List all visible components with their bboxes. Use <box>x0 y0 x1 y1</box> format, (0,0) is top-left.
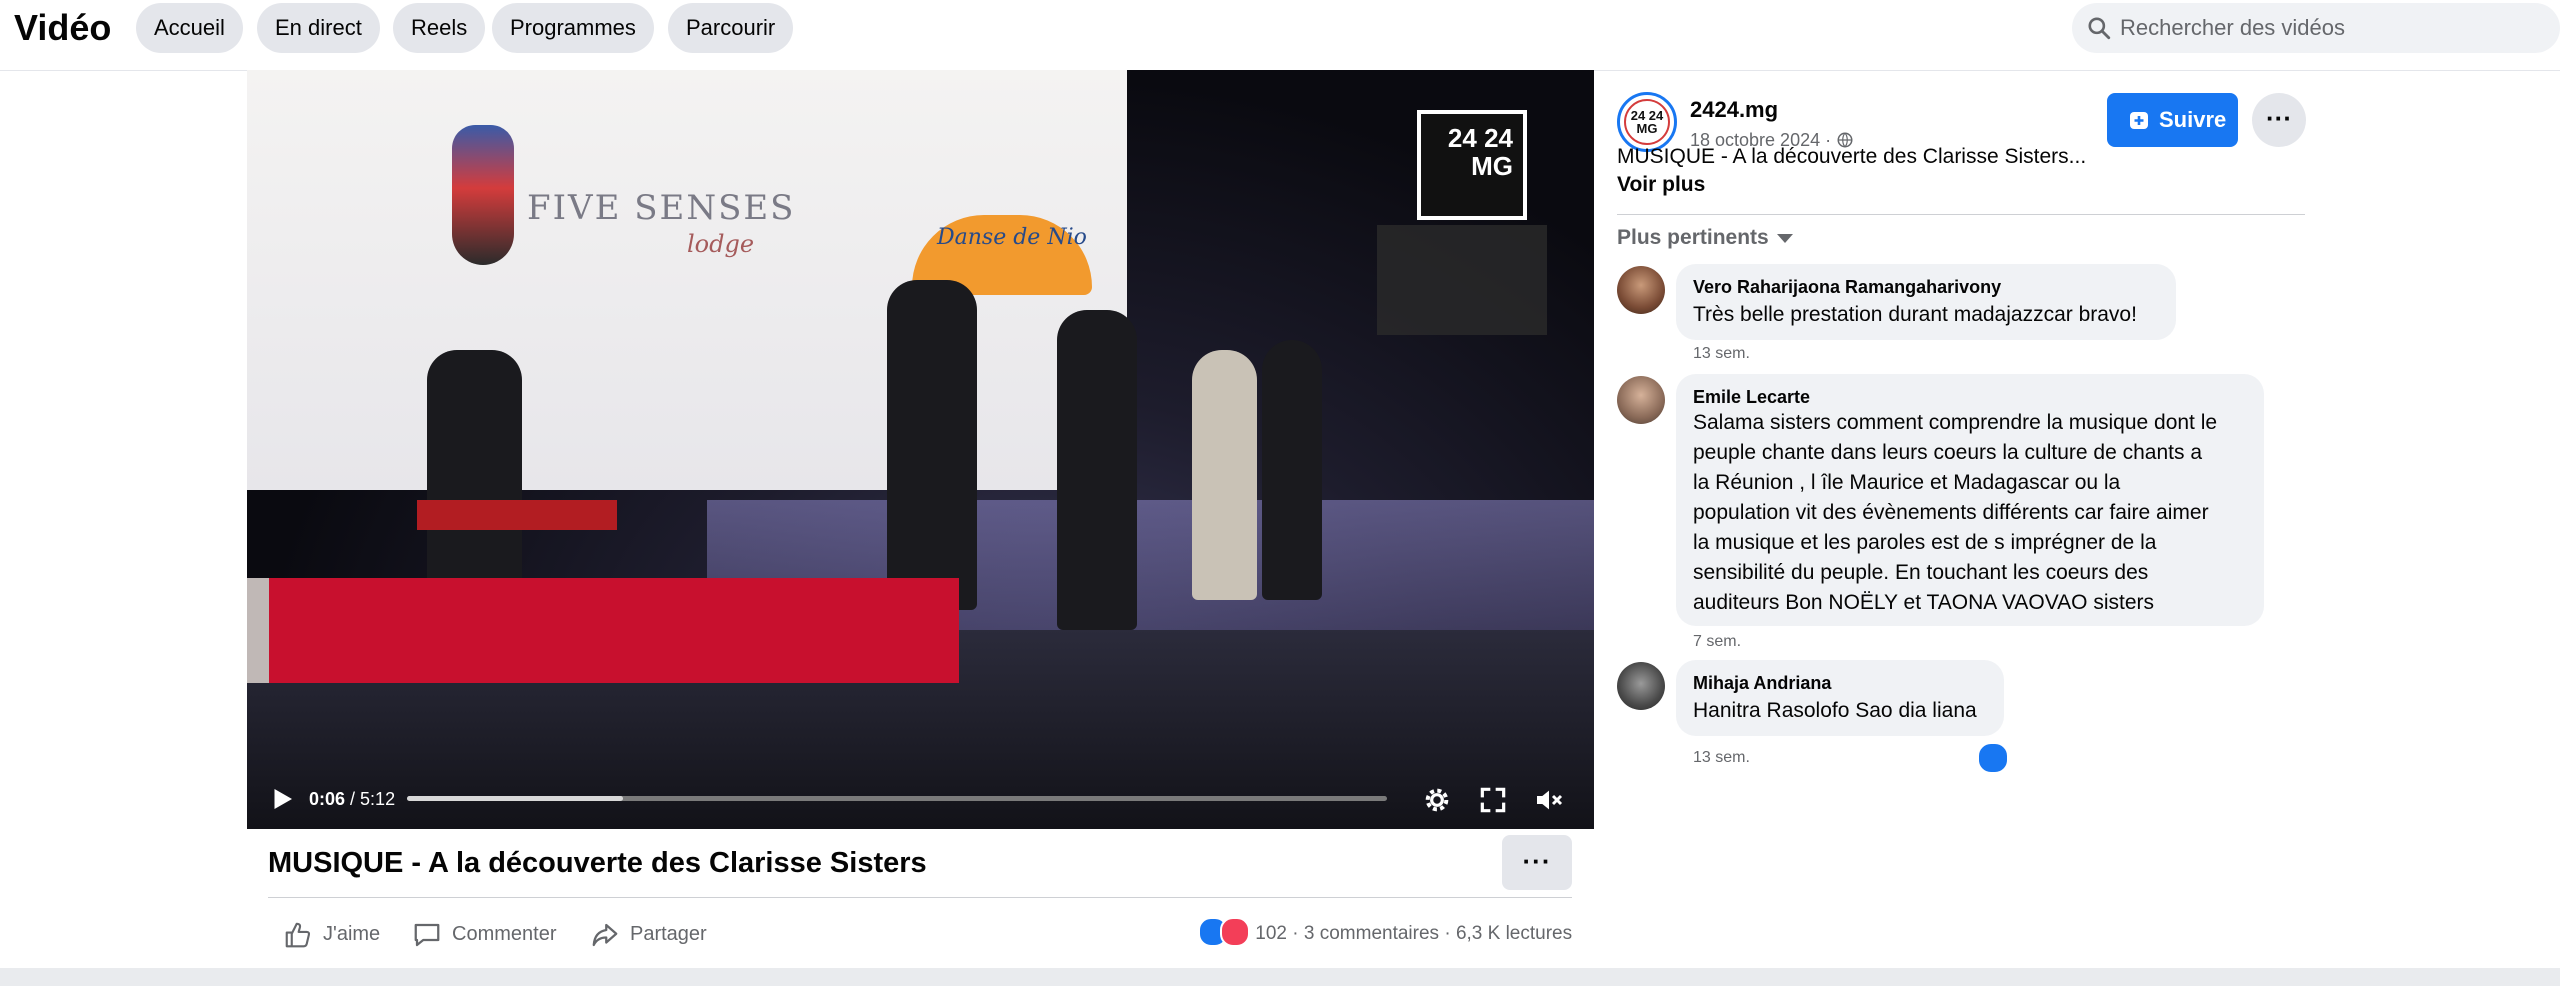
nav-en-direct[interactable]: En direct <box>257 3 380 53</box>
gear-icon[interactable] <box>1421 784 1453 816</box>
comment-author[interactable]: Mihaja Andriana <box>1693 671 1831 695</box>
avatar[interactable] <box>1617 662 1665 710</box>
page-more-button[interactable]: ··· <box>2252 93 2306 147</box>
nav-reels[interactable]: Reels <box>393 3 486 53</box>
comment-text-line: Salama sisters comment comprendre la mus… <box>1693 411 2218 434</box>
comment-text: Salama sisters comment comprendre la mus… <box>1693 408 2217 618</box>
search-placeholder: Rechercher des vidéos <box>2120 15 2346 40</box>
stage-screen-script: Danse de Nio <box>937 225 1087 250</box>
muted-speaker-icon[interactable] <box>1533 784 1565 816</box>
piano <box>417 500 617 530</box>
singer-figure <box>887 280 977 610</box>
comments-count[interactable]: 3 commentaires <box>1304 923 1439 944</box>
video-title: MUSIQUE - A la découverte des Clarisse S… <box>268 847 927 879</box>
comment-time[interactable]: 7 sem. <box>1693 632 1741 652</box>
page-name[interactable]: 2424.mg <box>1690 96 1778 124</box>
comment-text: Hanitra Rasolofo Sao dia liana <box>1693 699 1977 722</box>
pianist-figure <box>427 350 522 590</box>
post-description: MUSIQUE - A la découverte des Clarisse S… <box>1617 145 2087 168</box>
comment-text-line: population vit des évènements différents… <box>1693 501 2209 524</box>
like-button[interactable]: J'aime <box>283 914 393 954</box>
see-more-link[interactable]: Voir plus <box>1617 171 1705 199</box>
lower-third-banner <box>269 578 959 683</box>
stats-separator: · <box>1292 923 1299 944</box>
page-bottom-strip <box>0 968 2560 986</box>
comment-time[interactable]: 13 sem. <box>1693 748 1750 768</box>
search-icon <box>2088 17 2111 40</box>
share-label: Partager <box>630 923 707 945</box>
stage-backdrop-subtext: lodge <box>687 230 755 258</box>
divider <box>268 897 1572 898</box>
share-icon <box>592 923 618 947</box>
follow-label: Suivre <box>2159 107 2227 132</box>
time-display: 0:06 / 5:12 <box>309 785 395 813</box>
comment-icon <box>414 923 440 947</box>
comment-text-line: peuple chante dans leurs coeurs la cultu… <box>1693 441 2202 464</box>
love-reaction-icon <box>1220 916 1250 947</box>
like-reaction-icon <box>1977 742 2009 774</box>
comment-label: Commenter <box>452 923 557 945</box>
like-label: J'aime <box>323 923 381 945</box>
stats-separator: · <box>1444 923 1451 944</box>
progress-bar[interactable] <box>407 796 1387 801</box>
page-title: Vidéo <box>14 7 112 48</box>
play-icon[interactable] <box>267 784 297 814</box>
comment-text-line: la musique et les paroles est de s impré… <box>1693 531 2157 554</box>
video-controls: 0:06 / 5:12 <box>247 770 1594 829</box>
divider <box>1617 214 2305 215</box>
nav-accueil[interactable]: Accueil <box>136 3 243 53</box>
comment-text-line: la Réunion , l île Maurice et Madagascar… <box>1693 471 2121 494</box>
current-time: 0:06 <box>309 789 346 809</box>
follow-icon <box>2130 112 2148 129</box>
top-bar: Vidéo Accueil En direct Reels Programmes… <box>0 0 2560 71</box>
singer-figure <box>1262 340 1322 600</box>
reactions-count[interactable]: 102 <box>1255 923 1287 944</box>
thumbs-up-icon <box>285 922 311 948</box>
video-more-button[interactable]: ··· <box>1502 835 1572 890</box>
post-stats: 102 · 3 commentaires · 6,3 K lectures <box>1198 914 1572 954</box>
lower-third-edge <box>247 578 269 683</box>
caret-down-icon <box>1776 233 1793 243</box>
comment-text: Très belle prestation durant madajazzcar… <box>1693 303 2137 326</box>
comment-text-line: sensibilité du peuple. En touchant les c… <box>1693 561 2149 584</box>
more-dots-icon: ··· <box>2266 103 2292 133</box>
progress-fill <box>407 796 623 801</box>
comment-time[interactable]: 13 sem. <box>1693 344 1750 364</box>
page-avatar-logo: 24 24 MG <box>1624 99 1670 145</box>
comment-author[interactable]: Emile Lecarte <box>1693 385 1810 409</box>
video-player[interactable]: FIVE SENSES lodge Danse de Nio 24 24 MG … <box>247 70 1594 829</box>
fullscreen-icon[interactable] <box>1477 784 1509 816</box>
duration: / 5:12 <box>350 789 396 809</box>
views-count: 6,3 K lectures <box>1455 923 1573 944</box>
comment-button[interactable]: Commenter <box>412 914 562 954</box>
nav-parcourir[interactable]: Parcourir <box>668 3 794 53</box>
singer-figure <box>1057 310 1137 630</box>
nav-programmes[interactable]: Programmes <box>492 3 654 53</box>
avatar[interactable] <box>1617 376 1665 424</box>
mask-artwork <box>452 125 514 265</box>
stage-backdrop-text: FIVE SENSES <box>527 188 796 228</box>
comment-text-line: auditeurs Bon NOËLY et TAONA VAOVAO sist… <box>1693 591 2155 614</box>
more-dots-icon: ··· <box>1522 846 1552 876</box>
comment-author[interactable]: Vero Raharijaona Ramangaharivony <box>1693 275 2001 299</box>
share-button[interactable]: Partager <box>590 914 720 954</box>
follow-button[interactable]: Suivre <box>2107 93 2238 147</box>
sort-label: Plus pertinents <box>1617 226 1769 249</box>
channel-logo: 24 24 MG <box>1417 110 1527 220</box>
singer-figure <box>1192 350 1257 600</box>
search-input[interactable]: Rechercher des vidéos <box>2072 3 2560 53</box>
comment-sort-dropdown[interactable]: Plus pertinents <box>1617 223 1793 253</box>
singers-photo-panel <box>1377 225 1547 335</box>
avatar[interactable] <box>1617 266 1665 314</box>
